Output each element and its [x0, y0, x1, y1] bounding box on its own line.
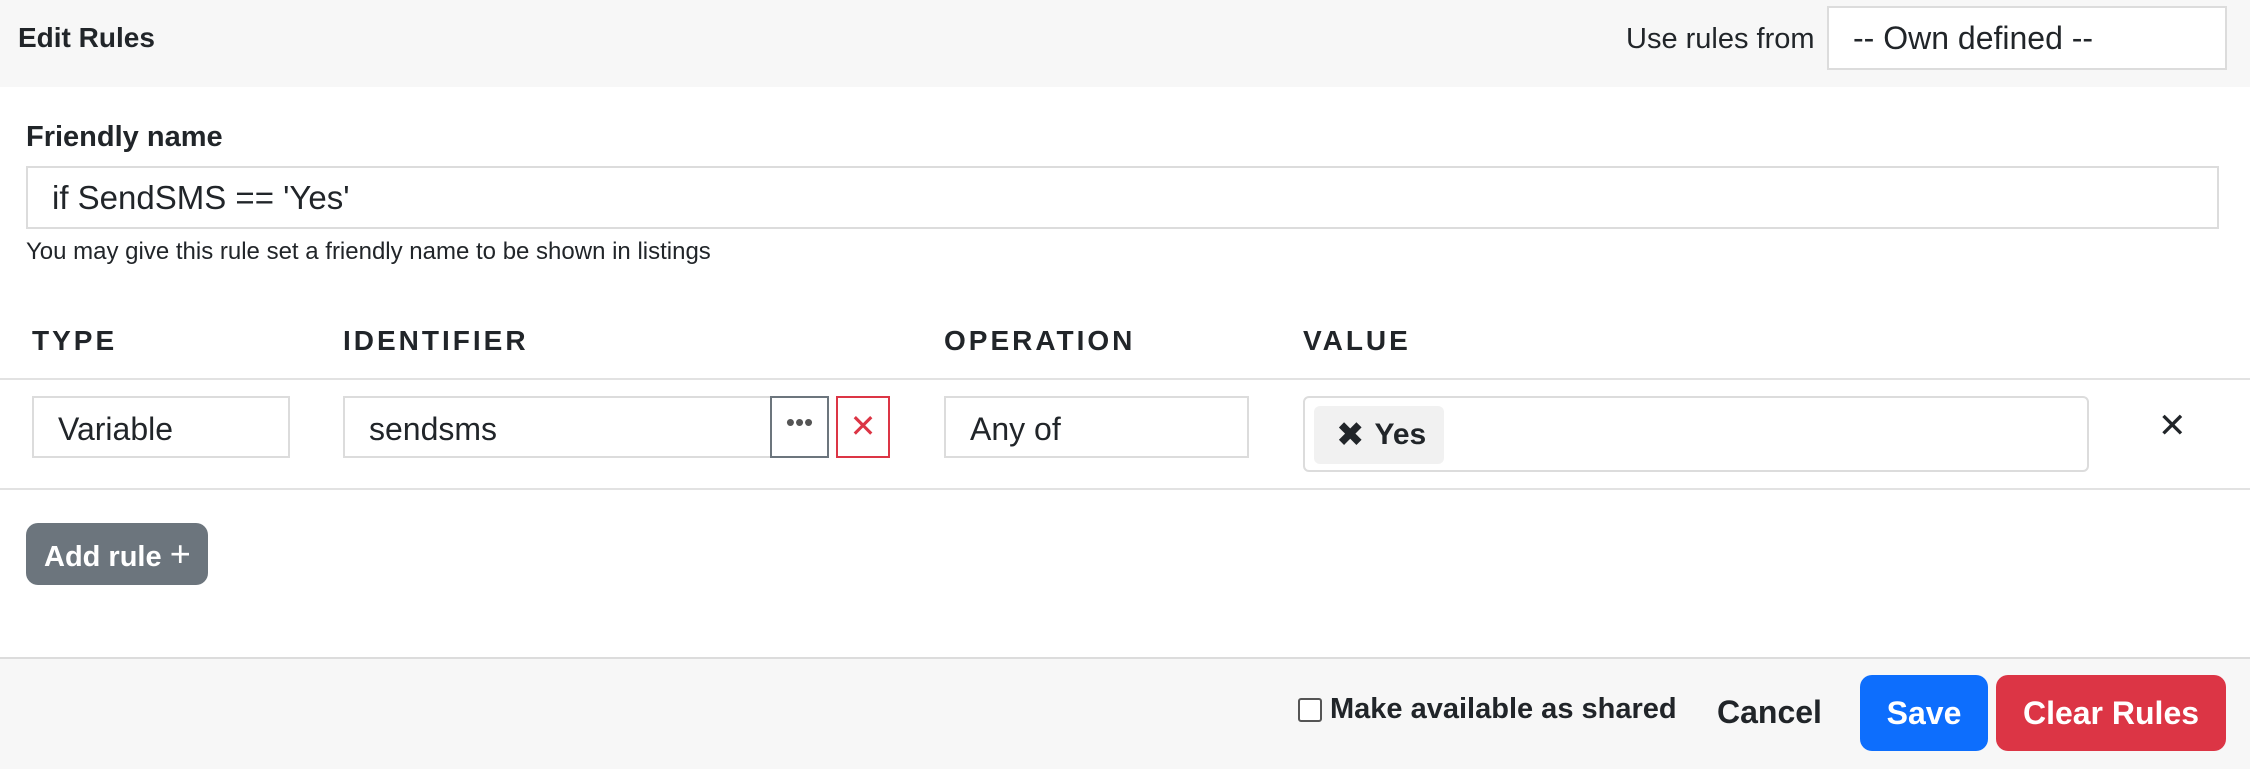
edit-rules-header: Edit Rules Use rules from -- Own defined…	[0, 0, 2250, 87]
friendly-name-input[interactable]: if SendSMS == 'Yes'	[26, 166, 2219, 229]
use-rules-select[interactable]: -- Own defined --	[1827, 6, 2227, 70]
column-header-operation: OPERATION	[944, 325, 1136, 356]
save-button[interactable]: Save	[1860, 675, 1988, 751]
remove-rule-button[interactable]: ✕	[2158, 406, 2187, 446]
add-rule-button[interactable]: Add rule +	[26, 523, 208, 585]
rule-identifier-input[interactable]: sendsms	[343, 396, 772, 458]
value-chip-label: Yes	[1374, 418, 1427, 451]
friendly-name-help: You may give this rule set a friendly na…	[26, 238, 711, 265]
friendly-name-label: Friendly name	[26, 121, 223, 153]
rule-type-select[interactable]: Variable	[32, 396, 290, 458]
rule-value-multiselect[interactable]: ✖ Yes	[1303, 396, 2089, 472]
plus-icon: +	[169, 533, 191, 574]
value-chip: ✖ Yes	[1314, 406, 1445, 464]
column-header-type: TYPE	[32, 325, 118, 356]
table-row-divider	[0, 488, 2250, 490]
shared-checkbox-row[interactable]: Make available as shared	[1298, 693, 1677, 726]
header-title: Edit Rules	[18, 22, 155, 53]
shared-checkbox[interactable]	[1298, 697, 1322, 722]
column-header-identifier: IDENTIFIER	[343, 325, 529, 356]
close-icon: ✕	[2158, 407, 2187, 445]
add-rule-label: Add rule	[44, 541, 162, 573]
ellipsis-icon: •••	[785, 407, 814, 437]
use-rules-label: Use rules from	[1626, 23, 1815, 55]
cancel-button[interactable]: Cancel	[1717, 694, 1822, 731]
column-header-value: VALUE	[1303, 325, 1411, 356]
identifier-clear-button[interactable]: ✕	[836, 396, 890, 458]
rule-operation-select[interactable]: Any of	[944, 396, 1249, 458]
table-header-divider	[0, 378, 2250, 380]
close-icon: ✕	[849, 408, 877, 444]
shared-checkbox-label: Make available as shared	[1330, 693, 1677, 725]
identifier-picker-button[interactable]: •••	[770, 396, 829, 458]
remove-chip-icon[interactable]: ✖	[1336, 406, 1365, 464]
clear-rules-button[interactable]: Clear Rules	[1996, 675, 2226, 751]
